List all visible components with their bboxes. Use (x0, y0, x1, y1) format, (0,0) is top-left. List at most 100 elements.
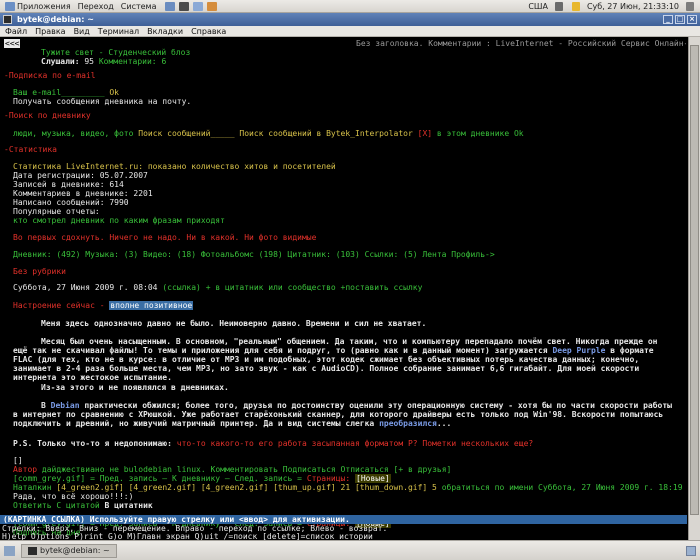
mood-value[interactable]: вполне позитивное (109, 301, 194, 310)
search-in-diary[interactable]: Поиск сообщений в Bytek_Interpolator (239, 129, 412, 138)
window-buttons: _ □ × (663, 15, 700, 24)
page-header: Без заголовка. Комментарии : LiveInterne… (356, 39, 686, 48)
diary-nav[interactable]: Дневник: (492) Музыка: (3) Видео: (18) Ф… (13, 250, 495, 259)
show-desktop-icon[interactable] (4, 545, 15, 556)
email-launcher-icon[interactable] (193, 1, 204, 11)
terminal-scrollbar[interactable] (688, 37, 700, 540)
taskbar-window-button[interactable]: bytek@debian: ~ (21, 543, 117, 558)
top-panel: Приложения Переход Система США Суб, 27 И… (0, 0, 700, 13)
deep-purple-link[interactable]: Deep Purple (552, 346, 605, 355)
network-icon[interactable] (554, 1, 563, 11)
stats-comments: Комментариев в дневнике: 2201 (13, 189, 153, 198)
comment-bracket: [] (13, 456, 23, 465)
gnome-foot-icon[interactable] (5, 1, 15, 11)
stats-heading: -Статистика (4, 145, 57, 154)
stats-link[interactable]: Статистика LiveInternet.ru: показано кол… (13, 162, 336, 171)
transformed-link[interactable]: преобразился (379, 419, 437, 428)
post-date: Суббота, 27 Июня 2009 г. 08:04 (13, 283, 158, 292)
search-checkbox[interactable]: [X] (418, 129, 432, 138)
minimize-icon[interactable]: _ (663, 15, 673, 24)
menu-view[interactable]: Вид (74, 27, 90, 36)
post-para-3: Из-за этого и не появлялся в дневниках. (41, 383, 229, 392)
terminal-menubar: Файл Правка Вид Терминал Вкладки Справка (0, 26, 700, 37)
email-input[interactable]: Ваш e-mail_________ (13, 88, 105, 97)
window-titlebar[interactable]: bytek@debian: ~ _ □ × (0, 13, 700, 26)
ps-text: P.S. Только что-то я недопонимаю: (13, 439, 172, 448)
close-icon[interactable]: × (687, 15, 697, 24)
comment-actions[interactable]: Комментировать Подписаться Отписаться [+… (211, 465, 452, 474)
panel-tray: США Суб, 27 Июн, 21:33:10 (528, 1, 700, 11)
power-icon[interactable] (686, 1, 694, 11)
listens-row: Слушали: 95 Комментарии: 6 (41, 57, 166, 66)
comments-link[interactable]: Комментарии: 6 (99, 57, 166, 66)
search-heading: -Поиск по дневнику (4, 111, 91, 120)
maximize-icon[interactable]: □ (675, 15, 685, 24)
ps-red-link[interactable]: что-то какого-то его работа засыпанная ф… (177, 439, 533, 448)
stats-registered: Дата регистрации: 05.07.2007 (13, 171, 148, 180)
stats-popular-link[interactable]: кто смотрел дневник по каким фразам прих… (13, 216, 225, 225)
pages-label: Страницы: (306, 474, 351, 483)
reply-row: Ответить С цитатой В цитатник (13, 501, 153, 510)
menu-places[interactable]: Переход (78, 2, 114, 11)
mood-label: Настроение сейчас - (13, 301, 105, 310)
author-link[interactable]: Автор (13, 465, 37, 474)
menu-terminal[interactable]: Терминал (98, 27, 139, 36)
subscribe-heading: -Подписка по e-mail (4, 71, 96, 80)
panel-menus: Приложения Переход Система (3, 1, 219, 11)
post-date-row: Суббота, 27 Июня 2009 г. 08:04 (ссылка) … (13, 283, 422, 292)
email-ok-button[interactable]: Ok (109, 88, 119, 97)
lynx-status-bar: (КАРТИНКА ССЫЛКА) Используйте правую стр… (0, 515, 687, 524)
comment-text: Рада, что всё хорошо!!!:) (13, 492, 134, 501)
comment-nav-row: [comm_grey.gif] = Пред. запись — К дневн… (13, 474, 391, 483)
search-input[interactable]: Поиск сообщений_____ (138, 129, 234, 138)
menu-system[interactable]: Система (121, 2, 157, 11)
red-notice[interactable]: Во первых сдохнуть. Ничего не надо. Ни в… (13, 233, 316, 242)
ps-row: P.S. Только что-то я недопонимаю: что-то… (13, 439, 533, 448)
rubric-link[interactable]: Без рубрики (13, 267, 66, 276)
post-para-2: Месяц был очень насыщенным. В основном, … (13, 337, 658, 382)
menu-file[interactable]: Файл (5, 27, 27, 36)
terminal-launcher-icon[interactable] (179, 1, 190, 11)
listens-count: 95 (84, 57, 94, 66)
clock[interactable]: Суб, 27 Июн, 21:33:10 (587, 2, 679, 11)
search-tags[interactable]: люди, музыка, видео, фото (13, 129, 133, 138)
back-link[interactable]: <<< (4, 39, 21, 48)
author-row: Автор дайджествиано не bulodebian linux.… (13, 465, 451, 474)
comment-nav[interactable]: [comm_grey.gif] = Пред. запись — К дневн… (13, 474, 302, 483)
bottom-panel: bytek@debian: ~ (0, 540, 700, 560)
new-link[interactable]: [Новые] (355, 474, 391, 483)
browser-launcher-icon[interactable] (165, 1, 176, 11)
post-permalink[interactable]: (ссылка) (162, 283, 201, 292)
menu-applications[interactable]: Приложения (17, 2, 71, 11)
commenter-images[interactable]: [4_green2.gif] [4_green2.gif] [4_green2.… (56, 483, 437, 492)
post-actions[interactable]: + в цитатник или сообщество +поставить с… (206, 283, 423, 292)
stats-messages: Написано сообщений: 7990 (13, 198, 129, 207)
debian-link[interactable]: Debian (51, 401, 80, 410)
quote-link[interactable]: В цитатник (105, 501, 153, 510)
menu-tabs[interactable]: Вкладки (147, 27, 183, 36)
post-para-1: Меня здесь однозначно давно не было. Неи… (41, 319, 427, 328)
media-launcher-icon[interactable] (207, 1, 218, 11)
search-row: люди, музыка, видео, фото Поиск сообщени… (13, 129, 524, 138)
menu-help[interactable]: Справка (191, 27, 226, 36)
menu-edit[interactable]: Правка (35, 27, 65, 36)
reply-link[interactable]: Ответить С цитатой (13, 501, 100, 510)
scrollbar-thumb[interactable] (690, 45, 699, 515)
author-tags[interactable]: дайджествиано не bulodebian linux. (42, 465, 206, 474)
update-icon[interactable] (571, 1, 580, 11)
taskbar-window-label: bytek@debian: ~ (40, 546, 110, 555)
stats-popular-label: Популярные отчеты: (13, 207, 100, 216)
stats-posts: Записей в дневнике: 614 (13, 180, 124, 189)
commenter-meta[interactable]: обратиться по имени Суббота, 27 Июня 200… (442, 483, 688, 492)
workspace-switcher-icon[interactable] (686, 545, 696, 556)
commenter-row: Наталкин [4_green2.gif] [4_green2.gif] [… (13, 483, 688, 492)
post-para-4: В Debian практически обжился; более того… (13, 401, 672, 428)
terminal-content[interactable]: <<< Без заголовка. Комментарии : LiveInt… (1, 37, 688, 540)
cat-link[interactable]: Тужите свет - Студенческий блоз (41, 48, 190, 57)
commenter-name[interactable]: Наталкин (13, 483, 52, 492)
terminal-icon (28, 546, 37, 555)
terminal-icon (3, 15, 12, 24)
keyboard-layout[interactable]: США (528, 2, 548, 11)
listens-label: Слушали: (41, 57, 80, 66)
search-scope[interactable]: в этом дневнике Ok (437, 129, 524, 138)
